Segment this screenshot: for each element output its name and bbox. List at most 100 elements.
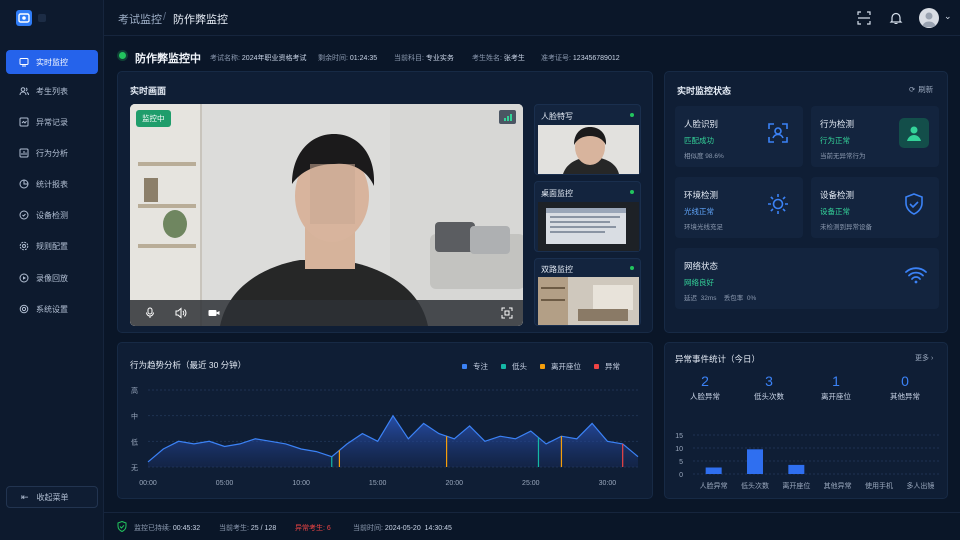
sidebar-item-playback[interactable]: 录像回放 (6, 266, 98, 290)
sidebar-item-reports[interactable]: 统计报表 (6, 172, 98, 196)
sidebar-item-records[interactable]: 异常记录 (6, 110, 98, 134)
analysis-icon (19, 148, 29, 158)
trend-y-tick: 低 (131, 437, 138, 446)
network-status-card: 网络状态 网络良好 延迟 32ms 丢包率 0% (675, 248, 939, 309)
camera-icon[interactable] (208, 308, 220, 320)
refresh-label: 刷新 (918, 85, 934, 94)
settings-icon (19, 241, 29, 251)
logo-icon (16, 10, 32, 26)
sidebar-item-label: 异常记录 (36, 117, 68, 127)
thumb-title: 双路监控 (541, 265, 573, 274)
sidebar-item-label: 录像回放 (36, 273, 68, 283)
monitor-icon (19, 58, 29, 67)
sidebar-item-label: 设备检测 (36, 210, 68, 220)
users-icon (19, 87, 29, 96)
card-status: 设备正常 (820, 207, 850, 216)
footer-time: 当前时间: 2024-05-20 14:30:45 (353, 525, 452, 532)
card-detail: 当前无异常行为 (820, 153, 866, 160)
refresh-button[interactable]: ⟳ 刷新 (909, 84, 933, 95)
trend-x-tick: 30:00 (599, 480, 617, 487)
collapse-menu-button[interactable]: ⇤ 收起菜单 (6, 486, 98, 508)
card-detail: 相似度 98.6% (684, 153, 724, 160)
thumb-title: 桌面监控 (541, 189, 573, 198)
trend-y-tick: 无 (131, 464, 138, 472)
subject-info: 当前科目: 专业实务 (394, 55, 454, 62)
sidebar-item-devices[interactable]: 设备检测 (6, 203, 98, 227)
monitoring-status-dot (119, 52, 126, 59)
record-icon (19, 117, 29, 127)
sidebar-item-label: 规则配置 (36, 241, 68, 251)
thumb-face-image (538, 125, 639, 174)
card-status: 网络良好 (684, 278, 714, 287)
trend-x-tick: 05:00 (216, 480, 234, 487)
sidebar-item-label: 系统设置 (36, 304, 68, 314)
footer-current: 当前考生: 25 / 128 (219, 525, 277, 532)
fullscreen-icon[interactable] (501, 307, 513, 321)
card-detail: 延迟 32ms 丢包率 0% (684, 295, 757, 302)
anomaly-bar-chart: 0 5 10 15 人脸异常 低头次数 离开座位 其他异常 使用手机 多人出镜 (675, 433, 941, 490)
arrow-left-icon: ⇤ (21, 491, 29, 502)
face-scan-icon (763, 118, 793, 148)
sidebar-item-label: 行为分析 (36, 148, 68, 158)
report-icon (19, 179, 29, 189)
exam-name-info: 考试名称: 2024年职业资格考试 (210, 55, 307, 62)
sidebar-item-examinees[interactable]: 考生列表 (6, 79, 98, 103)
thumb-desktop-image (538, 202, 639, 251)
sidebar-item-analysis[interactable]: 行为分析 (6, 141, 98, 165)
footer-duration: 监控已持续: 00:45:32 (134, 525, 201, 532)
monitoring-badge: 监控中 (136, 110, 171, 127)
chevron-down-icon[interactable]: ⌄ (944, 11, 952, 22)
breadcrumb-parent[interactable]: 考试监控 (118, 11, 162, 27)
card-detail: 未检测到异常设备 (820, 224, 872, 231)
breadcrumb-separator: / (163, 11, 167, 23)
sidebar-item-system[interactable]: 系统设置 (6, 297, 98, 321)
sidebar-item-rules[interactable]: 规则配置 (6, 234, 98, 258)
trend-panel: 行为趋势分析（最近 30 分钟） 专注 低头 离开座位 异常 无低中高 00:00… (117, 342, 653, 499)
main-video-frame (130, 104, 523, 326)
card-status: 行为正常 (820, 136, 850, 145)
thumb-status-dot (630, 113, 634, 117)
bar-x-tick: 离开座位 (782, 481, 810, 490)
video-panel: 实时画面 监控中 人脸特写 桌面监控 双路监控 (117, 71, 653, 333)
video-panel-title: 实时画面 (130, 86, 167, 96)
wifi-icon (901, 260, 931, 290)
signal-icon (499, 110, 516, 124)
bar-y-tick: 0 (679, 472, 683, 479)
bar-y-tick: 15 (675, 433, 683, 440)
trend-x-tick: 25:00 (522, 480, 540, 487)
card-status: 光线正常 (684, 207, 714, 216)
card-title: 人脸识别 (684, 119, 719, 129)
logo-text-placeholder (38, 14, 46, 22)
status-panel-title: 实时监控状态 (677, 86, 732, 96)
card-title: 网络状态 (684, 261, 719, 271)
thumb-desktop[interactable]: 桌面监控 (534, 181, 641, 252)
bar-x-tick: 使用手机 (865, 481, 893, 490)
trend-chart: 无 低 中 高 00:00 05:00 10:00 15:00 20:00 25:00 30:00 (131, 386, 639, 487)
environment-detection-card: 环境检测 光线正常 环境光线充足 (675, 177, 803, 238)
bar-y-tick: 5 (679, 459, 683, 466)
trend-x-tick: 10:00 (292, 480, 310, 487)
thumb-face[interactable]: 人脸特写 (534, 104, 641, 175)
play-icon (19, 273, 29, 283)
scan-icon[interactable] (855, 9, 873, 27)
bar (747, 449, 763, 474)
microphone-icon[interactable] (145, 307, 155, 321)
avatar[interactable] (919, 8, 939, 28)
card-title: 设备检测 (820, 190, 855, 200)
trend-y-tick: 中 (131, 412, 138, 421)
main-video[interactable]: 监控中 (130, 104, 523, 326)
footer-abnormal: 异常考生: 6 (295, 525, 331, 532)
bar (705, 467, 722, 474)
thumb-dual[interactable]: 双路监控 (534, 258, 641, 326)
speaker-icon[interactable] (175, 307, 187, 321)
trend-x-tick: 15:00 (369, 480, 387, 487)
sidebar: 实时监控 考生列表 异常记录 行为分析 统计报表 设备检测 规则配置 录像回放 … (0, 0, 104, 540)
person-icon (899, 118, 929, 148)
collapse-menu-label: 收起菜单 (36, 492, 69, 502)
sidebar-item-label: 实时监控 (36, 57, 68, 67)
sidebar-item-label: 考生列表 (36, 86, 68, 96)
bar-x-tick: 人脸异常 (700, 481, 728, 490)
sidebar-item-realtime[interactable]: 实时监控 (6, 50, 98, 74)
shield-check-icon (117, 520, 127, 534)
bell-icon[interactable] (887, 9, 905, 27)
